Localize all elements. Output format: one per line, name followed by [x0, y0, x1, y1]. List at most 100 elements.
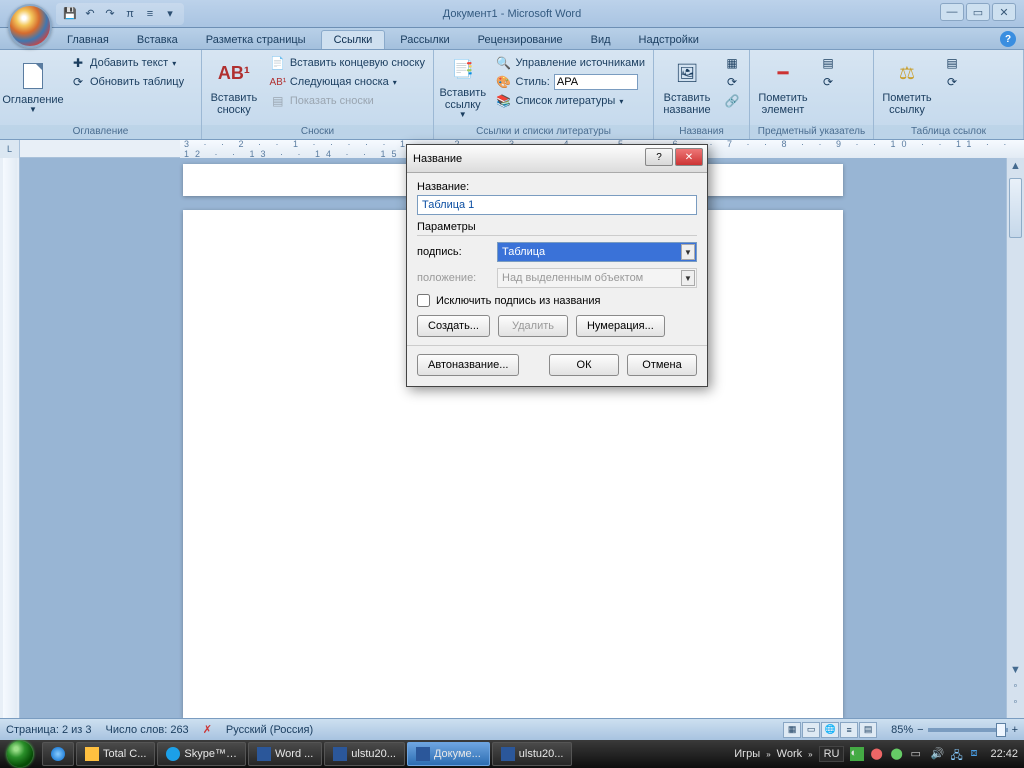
- update-toa-button[interactable]: ⟳: [940, 73, 964, 91]
- zoom-out-button[interactable]: −: [917, 724, 923, 736]
- caption-name-input[interactable]: [417, 195, 697, 215]
- tab-references[interactable]: Ссылки: [321, 30, 386, 49]
- tab-mailings[interactable]: Рассылки: [387, 30, 462, 49]
- office-button[interactable]: [8, 4, 52, 48]
- insert-caption-button[interactable]: 🖼 Вставить название: [658, 54, 716, 120]
- save-icon[interactable]: 💾: [62, 6, 78, 22]
- minimize-button[interactable]: ―: [940, 3, 964, 21]
- tab-page-layout[interactable]: Разметка страницы: [193, 30, 319, 49]
- exclude-label-checkbox[interactable]: [417, 294, 430, 307]
- new-label-button[interactable]: Создать...: [417, 315, 490, 337]
- view-fullscreen-icon[interactable]: ▭: [802, 722, 820, 738]
- maximize-button[interactable]: ▭: [966, 3, 990, 21]
- ruler-corner[interactable]: L: [0, 140, 20, 158]
- tab-home[interactable]: Главная: [54, 30, 122, 49]
- dialog-close-button[interactable]: ✕: [675, 148, 703, 166]
- insert-citation-button[interactable]: 📑 Вставить ссылку ▼: [438, 54, 488, 120]
- caption-position-select: Над выделенным объектом ▼: [497, 268, 697, 288]
- mark-citation-button[interactable]: ⚖ Пометить ссылку: [878, 54, 936, 120]
- mark-entry-button[interactable]: ━ Пометить элемент: [754, 54, 812, 120]
- tab-addins[interactable]: Надстройки: [626, 30, 712, 49]
- start-button[interactable]: [0, 740, 40, 768]
- ribbon-tabs: Главная Вставка Разметка страницы Ссылки…: [0, 28, 1024, 50]
- help-icon[interactable]: ?: [1000, 31, 1016, 47]
- status-proofing-icon[interactable]: ✗: [203, 723, 212, 736]
- view-print-layout-icon[interactable]: ▦: [783, 722, 801, 738]
- network-icon[interactable]: 🖧: [950, 747, 964, 761]
- prev-page-icon[interactable]: ◦: [1007, 678, 1024, 694]
- caption-label-select[interactable]: Таблица ▼: [497, 242, 697, 262]
- pi-icon[interactable]: π: [122, 6, 138, 22]
- caption-extra-1[interactable]: ▦: [720, 54, 744, 72]
- redo-icon[interactable]: ↷: [102, 6, 118, 22]
- delete-label-button: Удалить: [498, 315, 568, 337]
- taskbar-item[interactable]: Word ...: [248, 742, 322, 766]
- caption-extra-3[interactable]: 🔗: [720, 92, 744, 110]
- scrollbar-vertical[interactable]: ▲ ▼ ◦ ◦: [1006, 158, 1024, 718]
- taskbar-item[interactable]: Skype™…: [157, 742, 246, 766]
- show-notes-icon: ▤: [270, 93, 286, 109]
- tray-icon[interactable]: ◐: [850, 747, 864, 761]
- caption-extra-2[interactable]: ⟳: [720, 73, 744, 91]
- insert-endnote-button[interactable]: 📄Вставить концевую сноску: [266, 54, 429, 72]
- bibliography-button[interactable]: 📚Список литературы▾: [492, 92, 649, 110]
- close-button[interactable]: ✕: [992, 3, 1016, 21]
- dialog-titlebar[interactable]: Название ? ✕: [407, 145, 707, 173]
- insert-toa-button[interactable]: ▤: [940, 54, 964, 72]
- language-indicator[interactable]: RU: [819, 746, 845, 762]
- view-web-icon[interactable]: 🌐: [821, 722, 839, 738]
- ruler-vertical[interactable]: [0, 158, 20, 718]
- qat-customize-icon[interactable]: ▾: [162, 6, 178, 22]
- toolbar-label[interactable]: Игры: [734, 748, 760, 760]
- insert-footnote-button[interactable]: AB¹ Вставить сноску: [206, 54, 262, 120]
- view-outline-icon[interactable]: ≡: [840, 722, 858, 738]
- ok-button[interactable]: ОК: [549, 354, 619, 376]
- tab-insert[interactable]: Вставка: [124, 30, 191, 49]
- show-notes-button[interactable]: ▤Показать сноски: [266, 92, 429, 110]
- dropbox-icon[interactable]: ⧈: [970, 747, 984, 761]
- scroll-up-icon[interactable]: ▲: [1007, 158, 1024, 174]
- format-icon[interactable]: ≡: [142, 6, 158, 22]
- next-footnote-button[interactable]: AB¹Следующая сноска▾: [266, 73, 429, 91]
- doc-icon: [501, 747, 515, 761]
- group-footnotes: AB¹ Вставить сноску 📄Вставить концевую с…: [202, 50, 434, 139]
- taskbar-item[interactable]: [42, 742, 74, 766]
- update-table-button[interactable]: ⟳Обновить таблицу: [66, 73, 188, 91]
- volume-icon[interactable]: 🔊: [930, 747, 944, 761]
- tray-icon[interactable]: ▭: [910, 747, 924, 761]
- status-page[interactable]: Страница: 2 из 3: [6, 724, 92, 736]
- zoom-level[interactable]: 85%: [891, 724, 913, 736]
- view-draft-icon[interactable]: ▤: [859, 722, 877, 738]
- toolbar-label[interactable]: Work: [777, 748, 802, 760]
- numbering-button[interactable]: Нумерация...: [576, 315, 665, 337]
- dialog-help-button[interactable]: ?: [645, 148, 673, 166]
- next-page-icon[interactable]: ◦: [1007, 694, 1024, 710]
- tray-icon[interactable]: ⬤: [890, 747, 904, 761]
- tray-icon[interactable]: ⬤: [870, 747, 884, 761]
- cancel-button[interactable]: Отмена: [627, 354, 697, 376]
- add-text-icon: ✚: [70, 55, 86, 71]
- citation-style-select[interactable]: [554, 74, 638, 90]
- autocaption-button[interactable]: Автоназвание...: [417, 354, 519, 376]
- toc-button[interactable]: Оглавление ▼: [4, 54, 62, 120]
- taskbar-item[interactable]: Total C...: [76, 742, 155, 766]
- undo-icon[interactable]: ↶: [82, 6, 98, 22]
- tab-view[interactable]: Вид: [578, 30, 624, 49]
- taskbar-item[interactable]: Докуме...: [407, 742, 490, 766]
- status-language[interactable]: Русский (Россия): [226, 724, 313, 736]
- update-figures-icon: ⟳: [724, 74, 740, 90]
- zoom-slider[interactable]: [928, 728, 1008, 732]
- zoom-in-button[interactable]: +: [1012, 724, 1018, 736]
- status-words[interactable]: Число слов: 263: [106, 724, 189, 736]
- clock[interactable]: 22:42: [990, 748, 1018, 760]
- insert-index-button[interactable]: ▤: [816, 54, 840, 72]
- scroll-thumb[interactable]: [1009, 178, 1022, 238]
- manage-sources-button[interactable]: 🔍Управление источниками: [492, 54, 649, 72]
- group-citations: 📑 Вставить ссылку ▼ 🔍Управление источник…: [434, 50, 654, 139]
- scroll-down-icon[interactable]: ▼: [1007, 662, 1024, 678]
- taskbar-item[interactable]: ulstu20...: [492, 742, 573, 766]
- add-text-button[interactable]: ✚Добавить текст▾: [66, 54, 188, 72]
- tab-review[interactable]: Рецензирование: [465, 30, 576, 49]
- taskbar-item[interactable]: ulstu20...: [324, 742, 405, 766]
- update-index-button[interactable]: ⟳: [816, 73, 840, 91]
